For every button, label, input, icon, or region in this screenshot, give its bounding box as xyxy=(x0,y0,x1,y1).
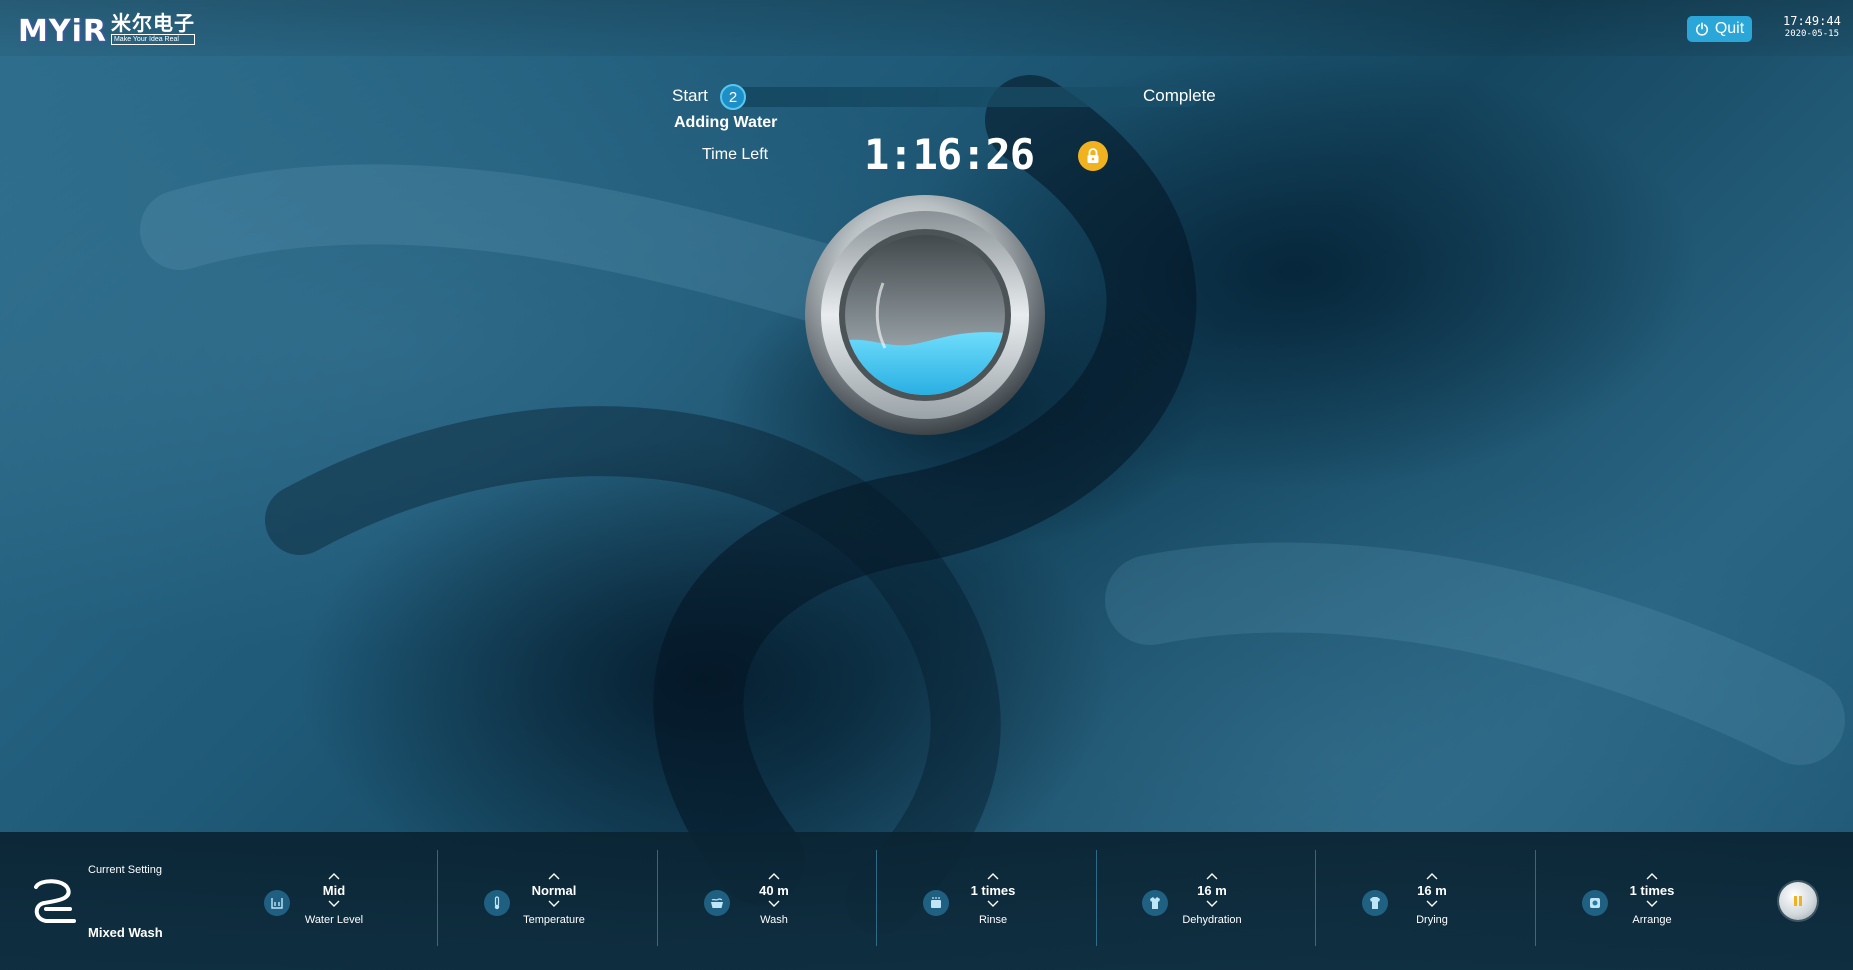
washer-drum xyxy=(805,195,1045,435)
temperature-label: Temperature xyxy=(523,914,585,926)
brand-logo: MYiR 米尔电子 Make Your Idea Real xyxy=(18,14,195,49)
pause-button[interactable] xyxy=(1779,882,1817,920)
progress-complete-label: Complete xyxy=(1143,86,1216,105)
drying-value: 16 m xyxy=(1417,883,1447,898)
setting-arrange: 1 times Arrange xyxy=(1582,872,1772,936)
setting-divider xyxy=(437,850,438,946)
time-left-value: 1:16:26 xyxy=(864,130,1035,179)
arrange-label: Arrange xyxy=(1632,914,1672,926)
drying-label: Drying xyxy=(1416,914,1448,926)
rinse-decrease[interactable] xyxy=(985,900,1001,908)
progress-track xyxy=(720,87,1198,107)
wash-value: 40 m xyxy=(759,883,789,898)
rinse-increase[interactable] xyxy=(985,872,1001,880)
rinse-value: 1 times xyxy=(970,883,1016,898)
current-setting-label: Current Setting xyxy=(88,864,162,876)
cycle-status: Adding Water xyxy=(674,114,778,131)
clock: 17:49:44 2020-05-15 xyxy=(1783,14,1841,40)
setting-divider xyxy=(1315,850,1316,946)
arrange-increase[interactable] xyxy=(1644,872,1660,880)
setting-divider xyxy=(1096,850,1097,946)
drying-decrease[interactable] xyxy=(1424,900,1440,908)
wash-label: Wash xyxy=(760,914,788,926)
dehydration-decrease[interactable] xyxy=(1204,900,1220,908)
setting-wash: 40 m Wash xyxy=(704,872,894,936)
dehydration-value: 16 m xyxy=(1197,883,1227,898)
rinse-label: Rinse xyxy=(978,914,1008,926)
progress-step-marker: 2 xyxy=(720,84,746,110)
setting-temperature: Normal Temperature xyxy=(484,872,674,936)
water-level-decrease[interactable] xyxy=(326,900,342,908)
setting-drying: 16 m Drying xyxy=(1362,872,1552,936)
lock-icon[interactable] xyxy=(1078,141,1108,171)
arrange-decrease[interactable] xyxy=(1644,900,1660,908)
pause-icon xyxy=(1794,896,1802,906)
dehydration-increase[interactable] xyxy=(1204,872,1220,880)
logo-chinese-name: 米尔电子 xyxy=(110,13,195,35)
water-level-increase[interactable] xyxy=(326,872,342,880)
time-left-label: Time Left xyxy=(702,146,769,163)
power-icon xyxy=(1695,22,1708,36)
top-bar: MYiR 米尔电子 Make Your Idea Real Quit 17:49… xyxy=(0,0,1853,56)
quit-label: Quit xyxy=(1714,20,1745,37)
progress-start-label: Start xyxy=(672,86,708,105)
setting-water-level: Mid Water Level xyxy=(264,872,454,936)
wash-increase[interactable] xyxy=(766,872,782,880)
temperature-increase[interactable] xyxy=(546,872,562,880)
arrange-value: 1 times xyxy=(1629,883,1675,898)
quit-button[interactable]: Quit xyxy=(1687,16,1752,42)
setting-dehydration: 16 m Dehydration xyxy=(1142,872,1332,936)
temperature-decrease[interactable] xyxy=(546,900,562,908)
water-level-label: Water Level xyxy=(304,914,364,926)
current-mode-name[interactable]: Mixed Wash xyxy=(88,925,163,940)
logo-chinese: 米尔电子 Make Your Idea Real xyxy=(110,13,195,45)
drying-increase[interactable] xyxy=(1424,872,1440,880)
setting-divider xyxy=(1535,850,1536,946)
mixed-wash-icon xyxy=(34,879,76,923)
setting-divider xyxy=(876,850,877,946)
dehydration-label: Dehydration xyxy=(1182,914,1242,926)
clock-time: 17:49:44 xyxy=(1783,14,1841,28)
water-level-value: Mid xyxy=(322,883,346,898)
clock-date: 2020-05-15 xyxy=(1784,29,1839,39)
wash-decrease[interactable] xyxy=(766,900,782,908)
setting-rinse: 1 times Rinse xyxy=(923,872,1113,936)
temperature-value: Normal xyxy=(531,883,577,898)
logo-wordmark: MYiR xyxy=(18,14,107,49)
logo-tagline: Make Your Idea Real xyxy=(110,34,195,45)
cycle-progress: Start 2 Complete xyxy=(672,84,1232,110)
setting-divider xyxy=(657,850,658,946)
